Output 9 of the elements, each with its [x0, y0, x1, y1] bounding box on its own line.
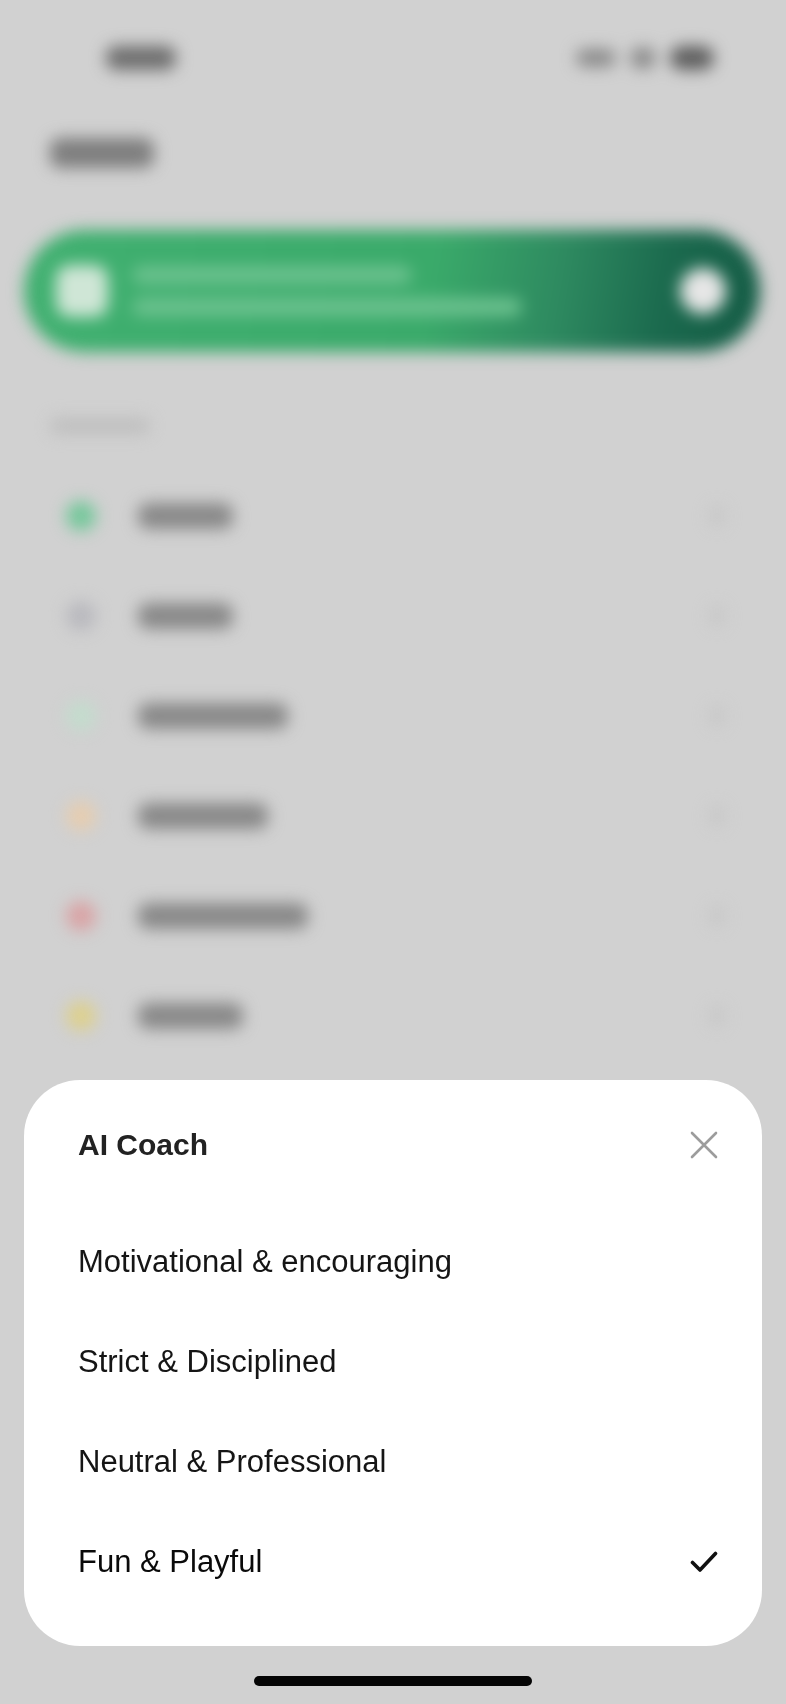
option-item[interactable]: Fun & Playful — [78, 1512, 718, 1612]
close-button[interactable] — [690, 1131, 718, 1159]
option-item[interactable]: Strict & Disciplined — [78, 1312, 718, 1412]
close-icon — [690, 1131, 718, 1159]
option-item[interactable]: Neutral & Professional — [78, 1412, 718, 1512]
blurred-clock-drawing — [106, 46, 176, 70]
option-item[interactable]: Motivational & encouraging — [78, 1212, 718, 1312]
checkmark-icon — [690, 1551, 718, 1573]
sheet-title: AI Coach — [78, 1128, 209, 1162]
